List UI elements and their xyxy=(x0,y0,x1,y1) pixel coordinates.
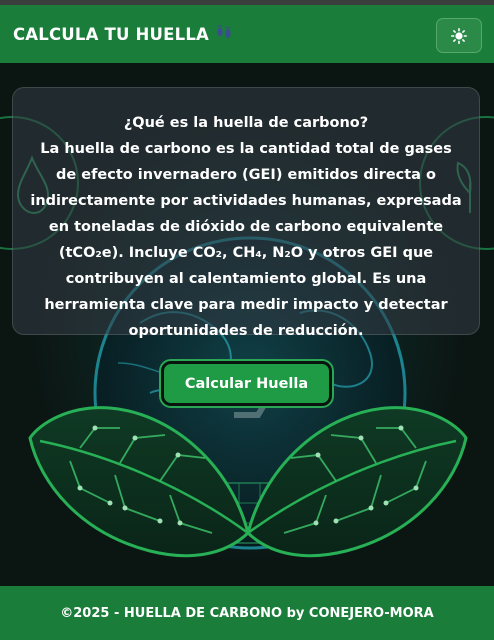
calculate-footprint-button[interactable]: Calcular Huella xyxy=(161,361,332,406)
info-heading: ¿Qué es la huella de carbono? xyxy=(123,115,369,131)
brand[interactable]: CALCULA TU HUELLA xyxy=(13,24,233,44)
info-body: La huella de carbono es la cantidad tota… xyxy=(30,141,462,339)
carbon-footprint-info-card: ¿Qué es la huella de carbono? La huella … xyxy=(12,87,480,339)
app-title: CALCULA TU HUELLA xyxy=(13,24,210,44)
theme-toggle-button[interactable] xyxy=(436,18,482,53)
header-bar: CALCULA TU HUELLA xyxy=(0,5,494,63)
sun-icon xyxy=(451,27,467,44)
page: CALCULA TU HUELLA ¿Qué es la huella de c… xyxy=(0,0,494,640)
footer: ©2025 - HUELLA DE CARBONO by CONEJERO-MO… xyxy=(0,586,494,640)
footer-text: ©2025 - HUELLA DE CARBONO by CONEJERO-MO… xyxy=(60,605,434,621)
footprints-icon xyxy=(215,24,233,44)
